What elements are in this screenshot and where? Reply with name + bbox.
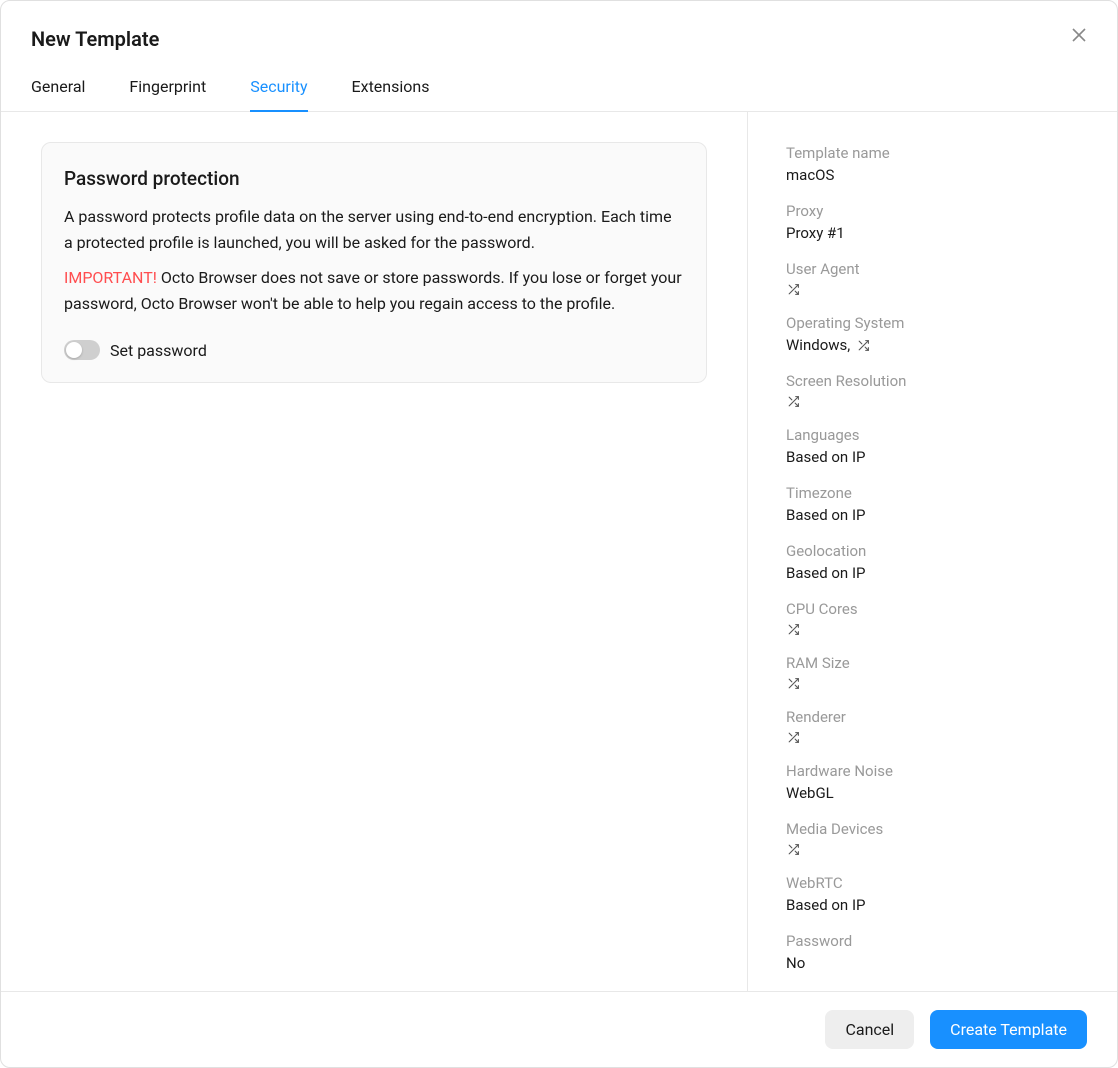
shuffle-icon	[786, 394, 800, 408]
summary-item: Media Devices	[786, 820, 1085, 856]
summary-item: Proxy Proxy #1	[786, 202, 1085, 242]
summary-value	[786, 282, 1085, 296]
shuffle-icon	[786, 282, 800, 296]
password-protection-card: Password protection A password protects …	[41, 142, 707, 383]
modal-header: New Template	[1, 1, 1117, 69]
summary-value-text: WebGL	[786, 784, 834, 802]
shuffle-icon	[786, 842, 800, 856]
summary-value-text: Based on IP	[786, 896, 865, 914]
summary-item: Screen Resolution	[786, 372, 1085, 408]
summary-label: Screen Resolution	[786, 372, 1085, 390]
tab-extensions[interactable]: Extensions	[352, 69, 430, 112]
set-password-row: Set password	[64, 340, 684, 360]
summary-label: Hardware Noise	[786, 762, 1085, 780]
main-content: Password protection A password protects …	[1, 112, 747, 991]
summary-value-text: Based on IP	[786, 506, 865, 524]
summary-label: Timezone	[786, 484, 1085, 502]
summary-item: Template name macOS	[786, 144, 1085, 184]
summary-value: No	[786, 954, 1085, 972]
modal-title: New Template	[31, 27, 1087, 51]
summary-item: Geolocation Based on IP	[786, 542, 1085, 582]
summary-item: Languages Based on IP	[786, 426, 1085, 466]
summary-item: WebRTC Based on IP	[786, 874, 1085, 914]
set-password-toggle[interactable]	[64, 340, 100, 360]
summary-value-text: Proxy #1	[786, 224, 845, 242]
summary-value: Based on IP	[786, 448, 1085, 466]
shuffle-icon	[786, 676, 800, 690]
summary-label: Proxy	[786, 202, 1085, 220]
summary-label: Renderer	[786, 708, 1085, 726]
summary-label: Media Devices	[786, 820, 1085, 838]
summary-label: RAM Size	[786, 654, 1085, 672]
create-template-button[interactable]: Create Template	[930, 1010, 1087, 1049]
modal-footer: Cancel Create Template	[1, 991, 1117, 1067]
important-label: IMPORTANT!	[64, 268, 157, 287]
summary-value: Based on IP	[786, 896, 1085, 914]
summary-label: Password	[786, 932, 1085, 950]
summary-value-text: No	[786, 954, 805, 972]
cancel-button[interactable]: Cancel	[825, 1010, 914, 1049]
summary-value-text: Windows,	[786, 336, 850, 354]
summary-value	[786, 730, 1085, 744]
summary-panel: Template name macOS Proxy Proxy #1 User Agen…	[747, 112, 1117, 991]
summary-label: Geolocation	[786, 542, 1085, 560]
shuffle-icon	[786, 730, 800, 744]
card-title: Password protection	[64, 167, 684, 190]
summary-label: WebRTC	[786, 874, 1085, 892]
tab-fingerprint[interactable]: Fingerprint	[129, 69, 206, 112]
summary-value: macOS	[786, 166, 1085, 184]
summary-value: Based on IP	[786, 564, 1085, 582]
summary-item: User Agent	[786, 260, 1085, 296]
summary-value	[786, 676, 1085, 690]
card-important: IMPORTANT! Octo Browser does not save or…	[64, 265, 684, 316]
new-template-modal: New Template General Fingerprint Securit…	[0, 0, 1118, 1068]
summary-value: WebGL	[786, 784, 1085, 802]
important-text: Octo Browser does not save or store pass…	[64, 268, 682, 313]
summary-label: Languages	[786, 426, 1085, 444]
summary-item: Renderer	[786, 708, 1085, 744]
summary-value	[786, 622, 1085, 636]
summary-label: Template name	[786, 144, 1085, 162]
close-button[interactable]	[1067, 23, 1091, 47]
summary-value-text: Based on IP	[786, 448, 865, 466]
modal-body: Password protection A password protects …	[1, 112, 1117, 991]
tabs-bar: General Fingerprint Security Extensions	[1, 69, 1117, 112]
summary-item: Hardware Noise WebGL	[786, 762, 1085, 802]
summary-label: User Agent	[786, 260, 1085, 278]
summary-label: Operating System	[786, 314, 1085, 332]
card-description: A password protects profile data on the …	[64, 204, 684, 255]
summary-value-text: macOS	[786, 166, 834, 184]
summary-value-text: Based on IP	[786, 564, 865, 582]
summary-item: CPU Cores	[786, 600, 1085, 636]
summary-value: Windows,	[786, 336, 1085, 354]
summary-item: Timezone Based on IP	[786, 484, 1085, 524]
set-password-label: Set password	[110, 341, 207, 360]
close-icon	[1071, 27, 1087, 43]
shuffle-icon	[856, 338, 870, 352]
summary-label: CPU Cores	[786, 600, 1085, 618]
summary-value	[786, 394, 1085, 408]
summary-item: RAM Size	[786, 654, 1085, 690]
tab-security[interactable]: Security	[250, 69, 307, 112]
summary-item: Operating System Windows,	[786, 314, 1085, 354]
summary-value	[786, 842, 1085, 856]
summary-item: Password No	[786, 932, 1085, 972]
shuffle-icon	[786, 622, 800, 636]
summary-value: Based on IP	[786, 506, 1085, 524]
summary-value: Proxy #1	[786, 224, 1085, 242]
tab-general[interactable]: General	[31, 69, 85, 112]
